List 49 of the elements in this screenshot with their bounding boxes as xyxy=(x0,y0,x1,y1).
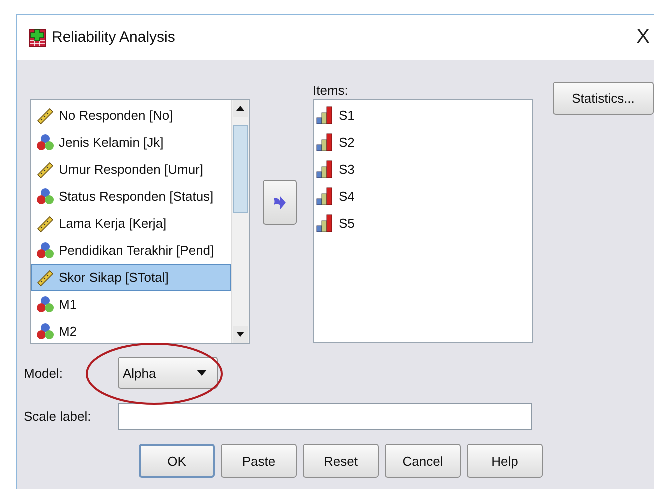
scroll-down-icon[interactable] xyxy=(233,326,248,343)
move-button[interactable] xyxy=(263,180,297,225)
variable-item[interactable]: Lama Kerja [Kerja] xyxy=(31,210,231,237)
three-balls-icon xyxy=(36,295,55,314)
dialog-button[interactable]: Cancel xyxy=(385,444,461,478)
item-entry[interactable]: S2 xyxy=(314,129,532,156)
three-balls-icon xyxy=(36,241,55,260)
scale-label: Scale label: xyxy=(24,409,92,424)
ruler-icon xyxy=(36,268,55,287)
item-entry[interactable]: S1 xyxy=(314,102,532,129)
ruler-icon xyxy=(36,214,55,233)
variable-item[interactable]: M2 xyxy=(31,318,231,343)
variable-item[interactable]: Jenis Kelamin [Jk] xyxy=(31,129,231,156)
scroll-up-icon[interactable] xyxy=(233,100,248,117)
dropdown-arrow-icon xyxy=(197,370,207,376)
bar-chart-icon xyxy=(316,160,335,179)
window-title: Reliability Analysis xyxy=(52,29,176,46)
scale-label-field[interactable] xyxy=(118,403,532,430)
item-entry[interactable]: S3 xyxy=(314,156,532,183)
bar-chart-icon xyxy=(316,214,335,233)
variable-item[interactable]: No Responden [No] xyxy=(31,102,231,129)
arrow-icon xyxy=(273,194,287,210)
close-button[interactable]: X xyxy=(636,26,650,49)
item-entry[interactable]: S5 xyxy=(314,210,532,237)
item-entry[interactable]: S4 xyxy=(314,183,532,210)
model-dropdown[interactable]: Alpha xyxy=(118,357,218,389)
three-balls-icon xyxy=(36,322,55,341)
ruler-icon xyxy=(36,160,55,179)
items-label: Items: xyxy=(313,83,350,99)
scroll-thumb[interactable] xyxy=(233,125,248,213)
three-balls-icon xyxy=(36,133,55,152)
variable-item[interactable]: Status Responden [Status] xyxy=(31,183,231,210)
app-icon xyxy=(29,28,46,46)
bar-chart-icon xyxy=(316,187,335,206)
variable-item[interactable]: Umur Responden [Umur] xyxy=(31,156,231,183)
dialog-button[interactable]: OK xyxy=(139,444,215,478)
dialog-button[interactable]: Help xyxy=(467,444,543,478)
dialog-button[interactable]: Paste xyxy=(221,444,297,478)
variable-item[interactable]: M1 xyxy=(31,291,231,318)
bar-chart-icon xyxy=(316,106,335,125)
three-balls-icon xyxy=(36,187,55,206)
variable-item[interactable]: Skor Sikap [STotal] xyxy=(31,264,231,291)
model-label: Model: xyxy=(24,366,64,380)
ruler-icon xyxy=(36,106,55,125)
bar-chart-icon xyxy=(316,133,335,152)
statistics-button[interactable]: Statistics... xyxy=(553,82,654,115)
dialog-button[interactable]: Reset xyxy=(303,444,379,478)
scrollbar[interactable] xyxy=(231,100,249,343)
variable-item[interactable]: Pendidikan Terakhir [Pend] xyxy=(31,237,231,264)
